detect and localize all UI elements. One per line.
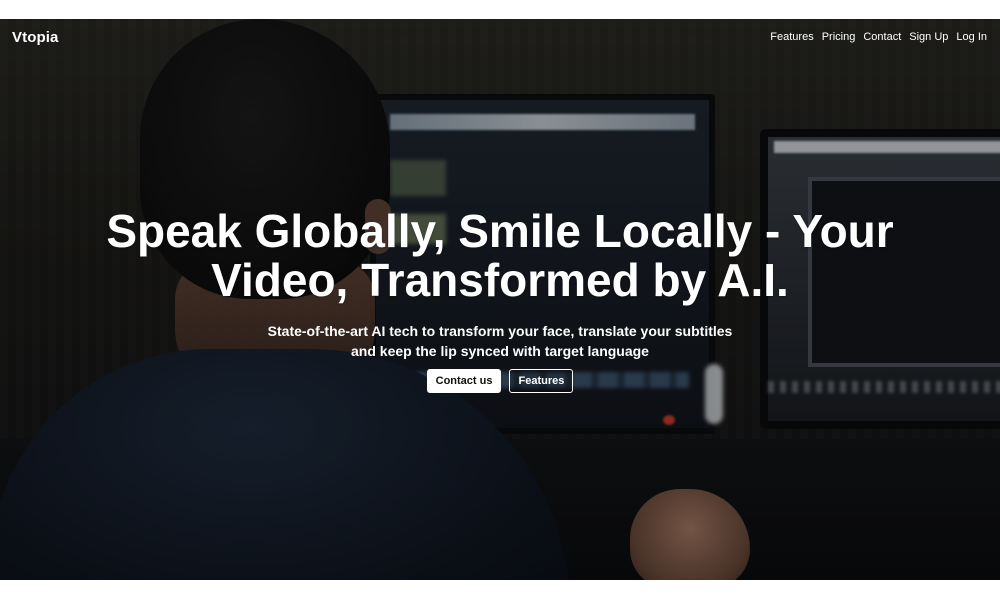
hero-subheading: State-of-the-art AI tech to transform yo… xyxy=(230,321,770,361)
headline-line-1: Speak Globally, Smile Locally - Your xyxy=(106,205,894,257)
nav-link-pricing[interactable]: Pricing xyxy=(822,31,856,43)
top-navbar: Vtopia Features Pricing Contact Sign Up … xyxy=(0,19,1000,57)
subhead-line-2: and keep the lip synced with target lang… xyxy=(351,343,649,359)
contact-us-button[interactable]: Contact us xyxy=(426,369,502,393)
nav-link-contact[interactable]: Contact xyxy=(863,31,901,43)
nav-link-sign-up[interactable]: Sign Up xyxy=(909,31,948,43)
features-button[interactable]: Features xyxy=(509,369,574,393)
headline-line-2: Video, Transformed by A.I. xyxy=(211,254,789,306)
nav-link-log-in[interactable]: Log In xyxy=(956,31,987,43)
brand-logo[interactable]: Vtopia xyxy=(12,29,58,46)
hero-headline: Speak Globally, Smile Locally - Your Vid… xyxy=(60,207,940,305)
nav-link-features[interactable]: Features xyxy=(770,31,813,43)
nav-links: Features Pricing Contact Sign Up Log In xyxy=(770,31,987,43)
subhead-line-1: State-of-the-art AI tech to transform yo… xyxy=(267,323,733,339)
hero-buttons: Contact us Features xyxy=(0,369,1000,393)
hero-content: Speak Globally, Smile Locally - Your Vid… xyxy=(0,19,1000,580)
